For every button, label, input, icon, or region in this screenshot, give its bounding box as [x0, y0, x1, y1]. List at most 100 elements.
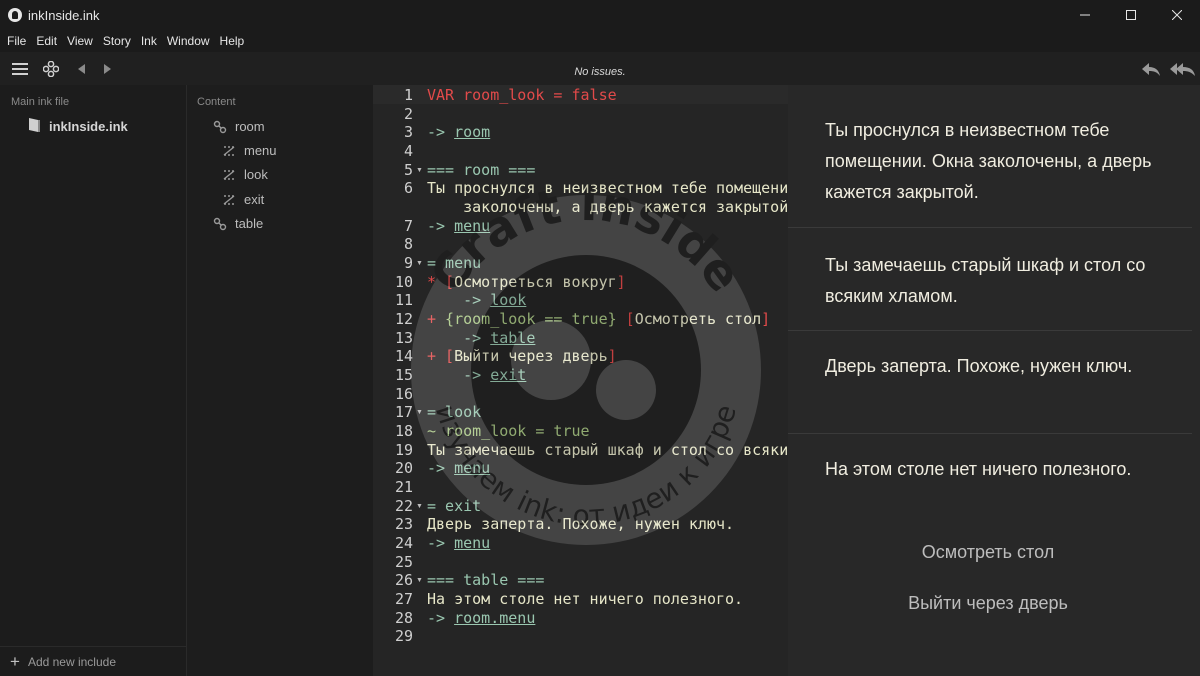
menu-story[interactable]: Story	[98, 34, 136, 48]
divider	[788, 433, 1192, 434]
story-paragraph: Ты проснулся в неизвестном тебе помещени…	[825, 120, 1152, 202]
code-line: + {room_look == true} [Осмотреть стол]	[427, 310, 771, 328]
close-button[interactable]	[1154, 0, 1200, 30]
choice-examine-table[interactable]: Осмотреть стол	[788, 542, 1188, 563]
line-number: 12	[394, 310, 413, 328]
window-controls	[1062, 0, 1200, 30]
code-line: -> menu	[427, 459, 491, 477]
line-number: 20	[394, 459, 413, 477]
fold-arrow-icon[interactable]: ▼	[416, 167, 423, 174]
code-line: === room ===	[427, 161, 536, 179]
line-number: 11	[394, 291, 413, 309]
line-number: 29	[394, 627, 413, 645]
line-number: 2	[403, 105, 413, 123]
divert-link[interactable]: look	[490, 291, 526, 309]
menu-window[interactable]: Window	[162, 34, 215, 48]
line-number: 1	[403, 86, 413, 104]
menu-file[interactable]: File	[2, 34, 31, 48]
story-paragraph: На этом столе нет ничего полезного.	[825, 459, 1132, 479]
outline-item-look[interactable]: look	[222, 167, 268, 182]
outline-item-label: table	[235, 216, 264, 231]
line-number: 24	[394, 534, 413, 552]
menu-ink[interactable]: Ink	[136, 34, 162, 48]
issues-status: No issues.	[574, 66, 626, 78]
app-logo-icon	[8, 8, 22, 22]
line-number: 25	[394, 553, 413, 571]
code-editor[interactable]: 1 2 3 4 5 6 7 8 9 10 11 12 13 14 15 16 1…	[373, 85, 788, 676]
line-number: 17	[394, 403, 413, 421]
divert-link[interactable]: menu	[454, 459, 490, 477]
divert-link[interactable]: table	[490, 329, 535, 347]
close-icon	[1172, 10, 1182, 20]
choice-exit-door[interactable]: Выйти через дверь	[788, 593, 1188, 614]
knot-link-icon	[213, 217, 229, 231]
line-number: 16	[394, 385, 413, 403]
undo-icon	[1142, 63, 1160, 76]
fold-arrow-icon[interactable]: ▼	[416, 577, 423, 584]
line-number: 3	[403, 123, 413, 141]
code-line: На этом столе нет ничего полезного.	[427, 590, 744, 608]
code-line: -> room.menu	[427, 609, 536, 627]
outline-item-table[interactable]: table	[213, 216, 263, 231]
code-line: -> menu	[427, 534, 491, 552]
maximize-button[interactable]	[1108, 0, 1154, 30]
restart-button[interactable]	[1170, 59, 1196, 79]
code-line: -> table	[427, 329, 536, 347]
minimize-button[interactable]	[1062, 0, 1108, 30]
minimize-icon	[1080, 14, 1090, 16]
content-outline: Content room menu look exit table	[187, 85, 373, 676]
main-file-name: inkInside.ink	[49, 119, 128, 134]
story-player: Ты проснулся в неизвестном тебе помещени…	[788, 85, 1200, 676]
code-line: Ты проснулся в неизвестном тебе помещени…	[427, 179, 788, 197]
outline-item-room[interactable]: room	[213, 119, 265, 134]
stitch-icon	[222, 168, 238, 182]
divert-link[interactable]: room	[454, 123, 490, 141]
code-line: * [Осмотреться вокруг]	[427, 273, 626, 291]
undo-all-icon	[1170, 63, 1195, 76]
fold-arrow-icon[interactable]: ▼	[416, 260, 423, 267]
code-line: Ты замечаешь старый шкаф и стол со всяки…	[427, 441, 788, 459]
outline-item-label: exit	[244, 192, 265, 207]
main-file-item[interactable]: inkInside.ink	[27, 117, 128, 136]
code-line: -> exit	[427, 366, 527, 384]
maximize-icon	[1126, 10, 1136, 20]
content-header: Content	[197, 96, 236, 108]
menu-edit[interactable]: Edit	[31, 34, 62, 48]
rewind-one-button[interactable]	[1140, 59, 1162, 79]
line-number: 8	[403, 235, 413, 253]
line-number: 10	[394, 273, 413, 291]
add-new-include-button[interactable]: + Add new include	[0, 646, 187, 676]
line-number: 7	[403, 217, 413, 235]
divider	[788, 330, 1192, 331]
code-line: = menu	[427, 254, 482, 272]
title-bar: inkInside.ink	[0, 0, 1200, 30]
menu-help[interactable]: Help	[215, 34, 250, 48]
line-number: 28	[394, 609, 413, 627]
divert-link[interactable]: menu	[454, 217, 490, 235]
main-ink-file-header: Main ink file	[11, 96, 70, 108]
story-paragraph: Дверь заперта. Похоже, нужен ключ.	[825, 356, 1133, 376]
story-paragraph: Ты замечаешь старый шкаф и стол со всяки…	[825, 255, 1146, 306]
fold-arrow-icon[interactable]: ▼	[416, 409, 423, 416]
divert-link[interactable]: menu	[454, 534, 490, 552]
code-line: ~ room_look = true	[427, 422, 590, 440]
divert-link[interactable]: exit	[490, 366, 526, 384]
file-pane: Main ink file inkInside.ink + Add new in…	[0, 85, 187, 676]
menu-view[interactable]: View	[62, 34, 98, 48]
divert-link[interactable]: room.menu	[454, 609, 535, 627]
outline-item-label: menu	[244, 143, 277, 158]
window-title: inkInside.ink	[28, 7, 100, 23]
menu-bar: File Edit View Story Ink Window Help	[0, 30, 1200, 52]
code-line: = look	[427, 403, 482, 421]
outline-item-menu[interactable]: menu	[222, 143, 277, 158]
fold-arrow-icon[interactable]: ▼	[416, 503, 423, 510]
outline-item-exit[interactable]: exit	[222, 192, 264, 207]
line-number: 6	[403, 179, 413, 197]
toolbar: No issues.	[0, 52, 1200, 85]
code-line: + [Выйти через дверь]	[427, 347, 617, 365]
code-line: -> menu	[427, 217, 491, 235]
code-line: -> look	[427, 291, 527, 309]
line-number: 5	[403, 161, 413, 179]
plus-icon: +	[10, 651, 20, 671]
line-number: 19	[394, 441, 413, 459]
